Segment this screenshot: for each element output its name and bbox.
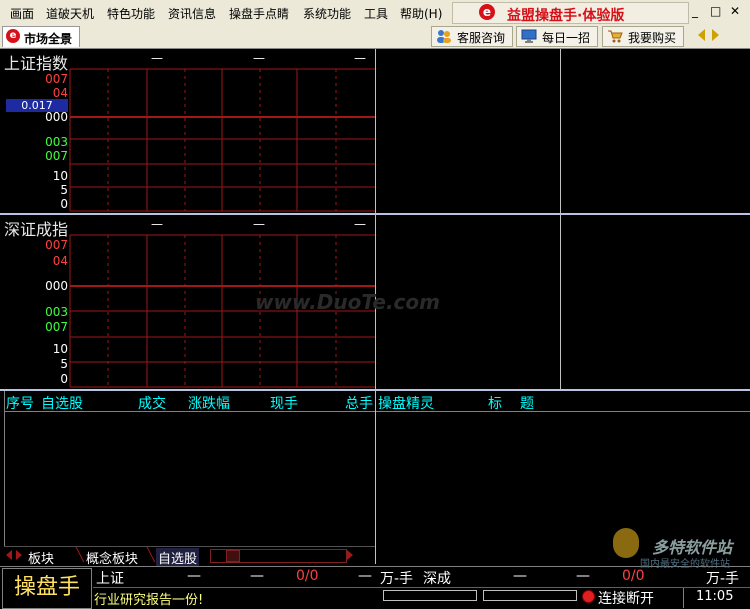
- clock-divider: [683, 588, 684, 608]
- tab-my-stocks[interactable]: 自选股: [156, 548, 200, 567]
- watermark: www.DuoTe.com: [255, 290, 440, 314]
- tab-scrollbar-thumb[interactable]: [226, 550, 240, 562]
- tab-concept-sector[interactable]: 概念板块: [86, 548, 138, 567]
- app-logo: 操盘手: [2, 568, 92, 609]
- sh-ylabel-5: 007: [45, 149, 68, 163]
- status-sz-ratio: 0/0: [622, 568, 645, 584]
- site-mascot-icon: [613, 528, 639, 558]
- sz-ylabel-2: 04: [52, 254, 68, 268]
- menu-daopo[interactable]: 道破天机: [46, 5, 94, 22]
- tab-scroll-left-icon[interactable]: [6, 550, 12, 560]
- status-sh-label: 上证: [96, 571, 124, 587]
- genie-header-border: [376, 411, 750, 412]
- menu-view[interactable]: 画面: [10, 5, 34, 22]
- shanghai-value-marker: 0.017: [6, 99, 68, 112]
- tab-sep-1: ╲: [76, 548, 84, 563]
- col-total[interactable]: 总手: [345, 393, 373, 413]
- sh-ylabel-4: 003: [45, 135, 68, 149]
- sh-ylabel-6: 10: [52, 169, 68, 183]
- status-sh-unit: 万-手: [380, 571, 414, 587]
- col-my-stock[interactable]: 自选股: [41, 393, 83, 413]
- scroll-end-icon[interactable]: [347, 550, 353, 560]
- next-arrow-icon[interactable]: [712, 29, 719, 41]
- sz-ylabel-4: 003: [45, 305, 68, 319]
- toolbar: e 市场全景 客服咨询 每日一招 我要购买: [0, 24, 750, 49]
- sh-ylabel-2: 04: [52, 86, 68, 100]
- tab-market-overview[interactable]: e 市场全景: [2, 26, 80, 47]
- people-icon: [437, 30, 451, 43]
- column-divider-1: [375, 49, 376, 389]
- menu-bar: 画面 道破天机 特色功能 资讯信息 操盘手点睛 系统功能 工具 帮助(H) e …: [0, 0, 750, 25]
- status-bar: 操盘手 上证 — — 0/0 — 万-手 深成 — — 0/0 万-手 行业研究…: [0, 566, 750, 609]
- daily-tip-label: 每日一招: [542, 31, 591, 45]
- daily-tip-button[interactable]: 每日一招: [516, 26, 598, 47]
- tab-sep-2: ╲: [147, 548, 155, 563]
- status-sz-unit: 万-手: [706, 571, 740, 587]
- maximize-button[interactable]: □: [710, 4, 721, 18]
- buy-label: 我要购买: [628, 31, 677, 45]
- close-button[interactable]: ✕: [730, 4, 740, 18]
- menu-help[interactable]: 帮助(H): [400, 5, 442, 22]
- sh-ylabel-3: 000: [45, 110, 68, 124]
- status-sz-dash-2: —: [576, 568, 590, 584]
- brand-title: 益盟操盘手·体验版: [507, 8, 625, 24]
- column-divider-2: [560, 49, 561, 389]
- sz-ylabel-1: 007: [45, 238, 68, 252]
- status-sz-dash-1: —: [513, 568, 527, 584]
- connection-status-icon: [582, 590, 595, 603]
- sz-ylabel-5: 007: [45, 320, 68, 334]
- status-sh-ratio: 0/0: [296, 568, 319, 584]
- tab-sector[interactable]: 板块: [28, 548, 54, 567]
- sh-ylabel-7: 5: [60, 183, 68, 197]
- col-trade-genie[interactable]: 操盘精灵: [378, 393, 434, 413]
- customer-service-label: 客服咨询: [457, 31, 506, 45]
- shanghai-index-panel: 上证指数 — — — 007 04 000 003 007 10 5 0 0.0…: [0, 49, 375, 213]
- prev-arrow-icon[interactable]: [698, 29, 705, 41]
- site-sub: 国内最安全的软件站: [640, 559, 730, 570]
- brand-banner: e 益盟操盘手·体验版: [452, 2, 689, 24]
- col-title-1[interactable]: 标: [488, 393, 502, 413]
- sz-ylabel-3: 000: [45, 279, 68, 293]
- minimize-button[interactable]: _: [692, 4, 698, 18]
- cart-icon: [608, 30, 623, 43]
- col-volume[interactable]: 成交: [138, 393, 166, 413]
- e-logo-icon: e: [6, 29, 20, 43]
- sh-ylabel-8: 0: [60, 197, 68, 211]
- watchlist-left-border: [4, 391, 5, 563]
- sz-ylabel-7: 5: [60, 357, 68, 371]
- news-ticker[interactable]: 行业研究报告一份!: [94, 589, 203, 608]
- buy-button[interactable]: 我要购买: [602, 26, 684, 47]
- status-sh-dash-3: —: [358, 568, 372, 584]
- col-title-2[interactable]: 题: [520, 393, 534, 413]
- sz-ylabel-6: 10: [52, 342, 68, 356]
- status-sh-dash-1: —: [187, 568, 201, 584]
- col-change[interactable]: 涨跌幅: [188, 393, 230, 413]
- menu-system[interactable]: 系统功能: [303, 5, 351, 22]
- progress-bar-2: [483, 590, 577, 601]
- menu-info[interactable]: 资讯信息: [168, 5, 216, 22]
- sh-ylabel-1: 007: [45, 72, 68, 86]
- menu-features[interactable]: 特色功能: [107, 5, 155, 22]
- tab-label: 市场全景: [24, 32, 73, 46]
- column-divider-3: [375, 391, 376, 564]
- tab-scroll-right-icon[interactable]: [16, 550, 22, 560]
- status-sh-dash-2: —: [250, 568, 264, 584]
- watchlist-tabs: 板块 ╲ 概念板块 ╲ 自选股: [4, 546, 375, 567]
- col-current[interactable]: 现手: [270, 393, 298, 413]
- sz-ylabel-8: 0: [60, 372, 68, 386]
- col-index[interactable]: 序号: [6, 393, 34, 413]
- status-sz-label: 深成: [423, 571, 451, 587]
- customer-service-button[interactable]: 客服咨询: [431, 26, 513, 47]
- connection-status[interactable]: 连接断开: [598, 588, 654, 608]
- menu-tools[interactable]: 工具: [364, 5, 388, 22]
- brand-logo-icon: e: [479, 4, 495, 20]
- clock: 11:05: [696, 589, 734, 604]
- progress-bar-1: [383, 590, 477, 601]
- monitor-icon: [521, 29, 537, 43]
- menu-trader-tips[interactable]: 操盘手点睛: [229, 5, 289, 22]
